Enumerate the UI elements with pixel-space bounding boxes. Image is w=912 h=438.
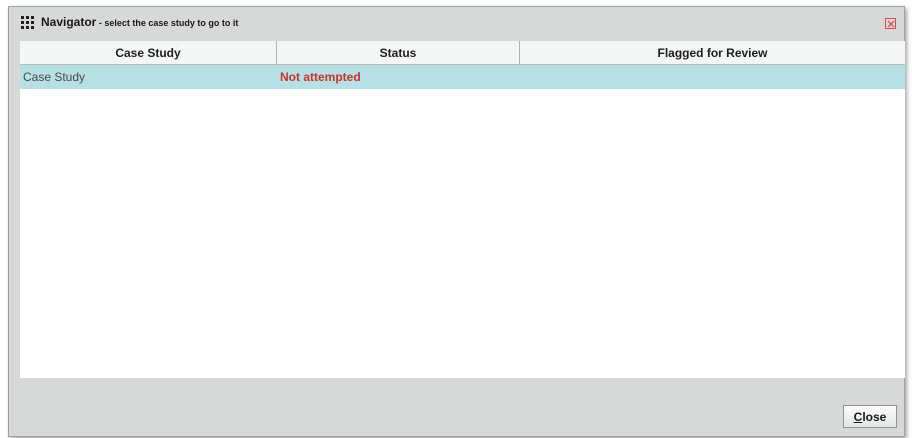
- close-button-label: lose: [862, 409, 887, 424]
- dialog-title-text: Navigator: [41, 15, 97, 29]
- cell-case-study: Case Study: [23, 70, 86, 84]
- column-header-status[interactable]: Status: [277, 41, 520, 64]
- grid-icon: [21, 16, 34, 29]
- dialog-titlebar: Navigator - select the case study to go …: [9, 7, 904, 37]
- cell-flagged: [520, 65, 905, 89]
- column-header-flagged[interactable]: Flagged for Review: [520, 41, 905, 64]
- cell-status: Not attempted: [280, 70, 361, 84]
- navigator-dialog: Navigator - select the case study to go …: [8, 6, 905, 437]
- table-header: Case Study ▲ Status Flagged for Review: [20, 41, 905, 65]
- column-header-label: Status: [379, 45, 417, 60]
- column-header-label: Case Study: [115, 45, 181, 60]
- sort-ascending-icon: ▲: [178, 42, 186, 51]
- dialog-subtitle: - select the case study to go to it: [96, 18, 239, 28]
- close-x-icon[interactable]: [885, 18, 896, 29]
- close-button[interactable]: Close: [843, 405, 897, 428]
- case-study-table: Case Study ▲ Status Flagged for Review C…: [20, 41, 905, 378]
- dialog-title: Navigator - select the case study to go …: [41, 15, 238, 29]
- column-header-label: Flagged for Review: [657, 45, 768, 60]
- close-button-accesskey: C: [853, 409, 863, 424]
- column-header-case-study[interactable]: Case Study ▲: [20, 41, 277, 64]
- table-row[interactable]: Case Study Not attempted: [20, 65, 905, 89]
